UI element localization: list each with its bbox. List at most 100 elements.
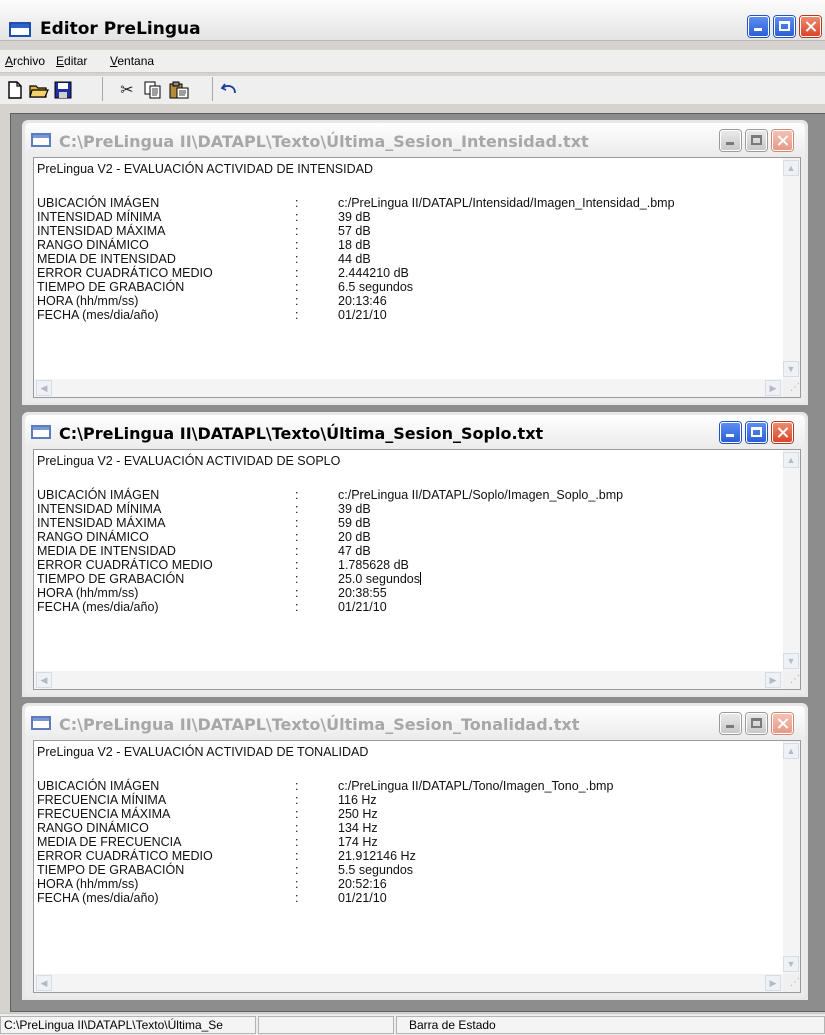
row-value: 59 dB [338, 516, 371, 530]
report-row: MEDIA DE FRECUENCIA: 174 Hz [37, 835, 797, 849]
row-separator: : [295, 779, 299, 793]
report-row: UBICACIÓN IMÁGEN: c:/PreLingua II/DATAPL/… [37, 196, 797, 210]
child-maximize-button[interactable] [746, 130, 767, 151]
scroll-up-icon[interactable]: ▲ [783, 160, 799, 176]
horizontal-scrollbar[interactable]: ◀ ▶ [34, 379, 783, 397]
report-header: PreLingua V2 - EVALUACIÓN ACTIVIDAD DE I… [37, 162, 373, 176]
child-maximize-button[interactable] [746, 713, 767, 734]
child-title-bar[interactable]: C:\PreLingua II\DATAPL\Texto\Última_Sesi… [25, 123, 805, 155]
child-close-button[interactable] [772, 713, 793, 734]
child-title-bar[interactable]: C:\PreLingua II\DATAPL\Texto\Última_Sesi… [25, 415, 805, 447]
report-row: FECHA (mes/dia/año): 01/21/10 [37, 600, 797, 614]
text-editor-area[interactable]: PreLingua V2 - EVALUACIÓN ACTIVIDAD DE I… [33, 157, 801, 398]
row-separator: : [295, 224, 299, 238]
menu-ventana[interactable]: Ventana [110, 54, 154, 68]
child-window-intensidad[interactable]: C:\PreLingua II\DATAPL\Texto\Última_Sesi… [22, 120, 808, 405]
scroll-right-icon[interactable]: ▶ [765, 975, 781, 991]
child-title-bar[interactable]: C:\PreLingua II\DATAPL\Texto\Última_Sesi… [25, 706, 805, 738]
row-separator: : [295, 502, 299, 516]
row-value-text: 25.0 segundos [338, 572, 421, 586]
row-value: 1.785628 dB [338, 558, 409, 572]
row-label: RANGO DINÁMICO [37, 238, 149, 252]
row-label: ERROR CUADRÁTICO MEDIO [37, 266, 213, 280]
report-header: PreLingua V2 - EVALUACIÓN ACTIVIDAD DE S… [37, 454, 341, 468]
scroll-down-icon[interactable]: ▼ [783, 956, 799, 972]
row-separator: : [295, 530, 299, 544]
menu-editar[interactable]: Editar [56, 54, 87, 68]
save-icon[interactable] [52, 79, 74, 101]
row-separator: : [295, 210, 299, 224]
scroll-right-icon[interactable]: ▶ [765, 672, 781, 688]
close-button[interactable] [800, 16, 821, 37]
scroll-up-icon[interactable]: ▲ [783, 743, 799, 759]
scroll-left-icon[interactable]: ◀ [36, 380, 52, 396]
main-title-bar[interactable]: Editor PreLingua [0, 0, 825, 41]
status-bar: C:\PreLingua II\DATAPL\Texto\Última_Se B… [0, 1013, 825, 1035]
resize-grip-icon[interactable]: ⋰ [783, 671, 800, 689]
child-minimize-button[interactable] [720, 713, 741, 734]
row-label: RANGO DINÁMICO [37, 530, 149, 544]
report-row: RANGO DINÁMICO: 20 dB [37, 530, 797, 544]
row-value: 134 Hz [338, 821, 378, 835]
status-path: C:\PreLingua II\DATAPL\Texto\Última_Se [0, 1016, 256, 1034]
horizontal-scrollbar[interactable]: ◀ ▶ [34, 974, 783, 992]
text-editor-area[interactable]: PreLingua V2 - EVALUACIÓN ACTIVIDAD DE S… [33, 449, 801, 690]
row-label: INTENSIDAD MÁXIMA [37, 516, 166, 530]
row-value: 5.5 segundos [338, 863, 414, 877]
vertical-scrollbar[interactable]: ▲ ▼ [783, 450, 800, 671]
row-value: 39 dB [338, 502, 371, 516]
row-separator: : [295, 266, 299, 280]
child-window-soplo[interactable]: C:\PreLingua II\DATAPL\Texto\Última_Sesi… [22, 412, 808, 697]
row-separator: : [295, 544, 299, 558]
app-window: Editor PreLingua Archivo Editar Ventana … [0, 0, 825, 1035]
new-icon[interactable] [4, 79, 26, 101]
toolbar: ✂ [0, 76, 825, 104]
row-separator: : [295, 238, 299, 252]
child-close-button[interactable] [772, 130, 793, 151]
maximize-button[interactable] [774, 16, 795, 37]
scroll-right-icon[interactable]: ▶ [765, 380, 781, 396]
paste-icon[interactable] [168, 79, 190, 101]
scroll-down-icon[interactable]: ▼ [783, 361, 799, 377]
report-row: MEDIA DE INTENSIDAD: 44 dB [37, 252, 797, 266]
scroll-down-icon[interactable]: ▼ [783, 653, 799, 669]
child-maximize-button[interactable] [746, 422, 767, 443]
undo-icon[interactable] [218, 78, 240, 100]
report-row: RANGO DINÁMICO: 18 dB [37, 238, 797, 252]
row-value: 20:52:16 [338, 877, 387, 891]
report-row: HORA (hh/mm/ss): 20:38:55 [37, 586, 797, 600]
menu-bar: Archivo Editar Ventana [0, 50, 825, 73]
child-minimize-button[interactable] [720, 422, 741, 443]
row-value: c:/PreLingua II/DATAPL/Soplo/Imagen_Sopl… [338, 488, 624, 502]
scroll-left-icon[interactable]: ◀ [36, 975, 52, 991]
cut-icon[interactable]: ✂ [116, 79, 138, 101]
scroll-up-icon[interactable]: ▲ [783, 452, 799, 468]
resize-grip-icon[interactable]: ⋰ [783, 974, 800, 992]
row-label: INTENSIDAD MÍNIMA [37, 502, 162, 516]
text-editor-area[interactable]: PreLingua V2 - EVALUACIÓN ACTIVIDAD DE T… [33, 740, 801, 993]
report-row: ERROR CUADRÁTICO MEDIO: 1.785628 dB [37, 558, 797, 572]
row-value: 2.444210 dB [338, 266, 409, 280]
scroll-left-icon[interactable]: ◀ [36, 672, 52, 688]
child-minimize-button[interactable] [720, 130, 741, 151]
row-value: 6.5 segundos [338, 280, 414, 294]
menu-archivo[interactable]: Archivo [5, 54, 45, 68]
vertical-scrollbar[interactable]: ▲ ▼ [783, 158, 800, 379]
minimize-button[interactable] [748, 16, 769, 37]
document-window-icon [31, 716, 51, 730]
child-window-tonalidad[interactable]: C:\PreLingua II\DATAPL\Texto\Última_Sesi… [22, 703, 808, 1000]
resize-grip-icon[interactable]: ⋰ [783, 379, 800, 397]
row-value: 174 Hz [338, 835, 378, 849]
horizontal-scrollbar[interactable]: ◀ ▶ [34, 671, 783, 689]
row-label: TIEMPO DE GRABACIÓN [37, 863, 185, 877]
copy-icon[interactable] [142, 79, 164, 101]
vertical-scrollbar[interactable]: ▲ ▼ [783, 741, 800, 974]
row-separator: : [295, 294, 299, 308]
report-row: HORA (hh/mm/ss): 20:13:46 [37, 294, 797, 308]
row-label: INTENSIDAD MÍNIMA [37, 210, 162, 224]
toolbar-edit-group: ✂ [112, 77, 213, 101]
child-close-button[interactable] [772, 422, 793, 443]
row-value: 116 Hz [338, 793, 377, 807]
open-folder-icon[interactable] [28, 79, 50, 101]
row-value: 39 dB [338, 210, 371, 224]
